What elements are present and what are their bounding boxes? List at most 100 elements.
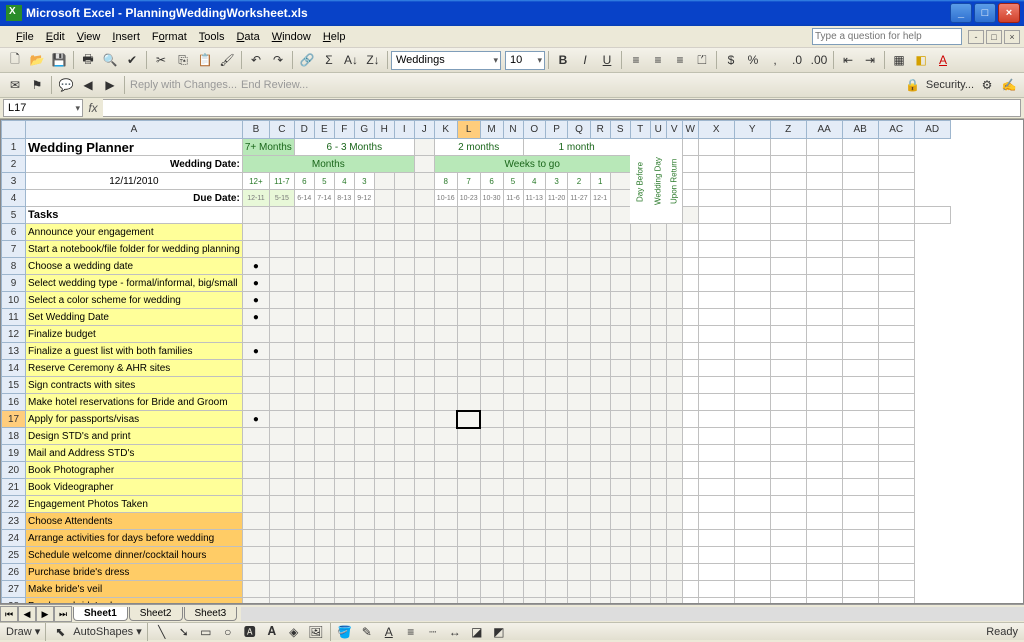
cell[interactable] (806, 513, 842, 530)
cell[interactable] (374, 377, 394, 394)
col-upon-return[interactable]: Upon Return (666, 139, 682, 224)
cell[interactable] (503, 547, 523, 564)
cell[interactable] (354, 360, 374, 377)
cell[interactable] (480, 258, 503, 275)
cell[interactable] (610, 428, 630, 445)
cell[interactable] (269, 377, 294, 394)
cell[interactable] (878, 173, 914, 190)
cell[interactable] (457, 564, 480, 581)
mail-button[interactable]: ✉ (4, 75, 26, 95)
cell[interactable] (878, 479, 914, 496)
cell[interactable] (590, 360, 610, 377)
cell[interactable] (590, 309, 610, 326)
cell[interactable] (354, 377, 374, 394)
task-row[interactable]: Sign contracts with sites (26, 377, 243, 394)
cell[interactable] (503, 462, 523, 479)
cell[interactable] (314, 530, 334, 547)
cell[interactable] (480, 513, 503, 530)
cell[interactable] (334, 343, 354, 360)
cell[interactable] (568, 377, 590, 394)
task-row[interactable]: Choose Attendents (26, 513, 243, 530)
cell[interactable] (457, 309, 480, 326)
cell[interactable] (294, 258, 314, 275)
cell[interactable] (806, 411, 842, 428)
cell[interactable] (842, 377, 878, 394)
cell[interactable] (334, 479, 354, 496)
cell[interactable] (734, 462, 770, 479)
cell[interactable] (878, 309, 914, 326)
cell[interactable] (394, 207, 414, 224)
minimize-button[interactable]: _ (950, 3, 972, 23)
date-10-16[interactable]: 10-16 (434, 190, 457, 207)
cell[interactable] (568, 360, 590, 377)
cell[interactable] (842, 258, 878, 275)
cell[interactable] (269, 309, 294, 326)
cell[interactable] (734, 377, 770, 394)
cell[interactable] (334, 564, 354, 581)
cell[interactable] (610, 564, 630, 581)
cell[interactable] (269, 207, 294, 224)
cell[interactable] (878, 224, 914, 241)
cell[interactable] (650, 496, 666, 513)
cell[interactable] (734, 224, 770, 241)
cell[interactable] (590, 513, 610, 530)
cell[interactable] (734, 428, 770, 445)
cell[interactable] (650, 564, 666, 581)
cell[interactable] (523, 241, 545, 258)
cell[interactable] (630, 360, 650, 377)
cell[interactable] (842, 275, 878, 292)
italic-button[interactable]: I (574, 50, 596, 70)
cell[interactable] (414, 513, 434, 530)
cell[interactable] (878, 343, 914, 360)
spell-button[interactable]: ✔ (121, 50, 143, 70)
cell[interactable] (334, 360, 354, 377)
cell[interactable] (650, 258, 666, 275)
cell[interactable] (523, 479, 545, 496)
col-header-B[interactable]: B (242, 121, 269, 139)
cell[interactable] (394, 496, 414, 513)
month-3[interactable]: 3 (354, 173, 374, 190)
cell[interactable] (374, 581, 394, 598)
cell[interactable] (294, 343, 314, 360)
line-style-button[interactable]: ≡ (400, 622, 422, 642)
cell[interactable] (698, 564, 734, 581)
cell[interactable] (770, 139, 806, 156)
cell[interactable] (806, 496, 842, 513)
cell[interactable] (457, 479, 480, 496)
sheet-tab-3[interactable]: Sheet3 (184, 607, 238, 621)
cell[interactable] (414, 241, 434, 258)
cell[interactable] (457, 258, 480, 275)
cell[interactable] (269, 241, 294, 258)
cell[interactable] (590, 394, 610, 411)
currency-button[interactable]: $ (720, 50, 742, 70)
row-header-6[interactable]: 6 (2, 224, 26, 241)
line-button[interactable]: ╲ (151, 622, 173, 642)
cell[interactable] (878, 462, 914, 479)
col-header-F[interactable]: F (334, 121, 354, 139)
cell[interactable] (610, 394, 630, 411)
cell[interactable] (666, 411, 682, 428)
cell[interactable] (806, 139, 842, 156)
cell[interactable] (503, 445, 523, 462)
cell[interactable] (878, 428, 914, 445)
cell[interactable] (457, 462, 480, 479)
col-header-Z[interactable]: Z (770, 121, 806, 139)
cell[interactable] (698, 258, 734, 275)
cell[interactable] (269, 581, 294, 598)
task-marker[interactable] (242, 241, 269, 258)
cell[interactable] (414, 564, 434, 581)
row-header-23[interactable]: 23 (2, 513, 26, 530)
cell[interactable] (480, 496, 503, 513)
dash-button[interactable]: ┈ (422, 622, 444, 642)
date-10-23[interactable]: 10-23 (457, 190, 480, 207)
cell[interactable] (878, 292, 914, 309)
cell[interactable] (650, 462, 666, 479)
cell[interactable] (269, 411, 294, 428)
cell[interactable] (806, 224, 842, 241)
cell[interactable] (545, 428, 567, 445)
task-marker[interactable]: ● (242, 309, 269, 326)
cell[interactable] (503, 207, 523, 224)
cell[interactable] (698, 309, 734, 326)
row-header-3[interactable]: 3 (2, 173, 26, 190)
cell[interactable] (269, 326, 294, 343)
